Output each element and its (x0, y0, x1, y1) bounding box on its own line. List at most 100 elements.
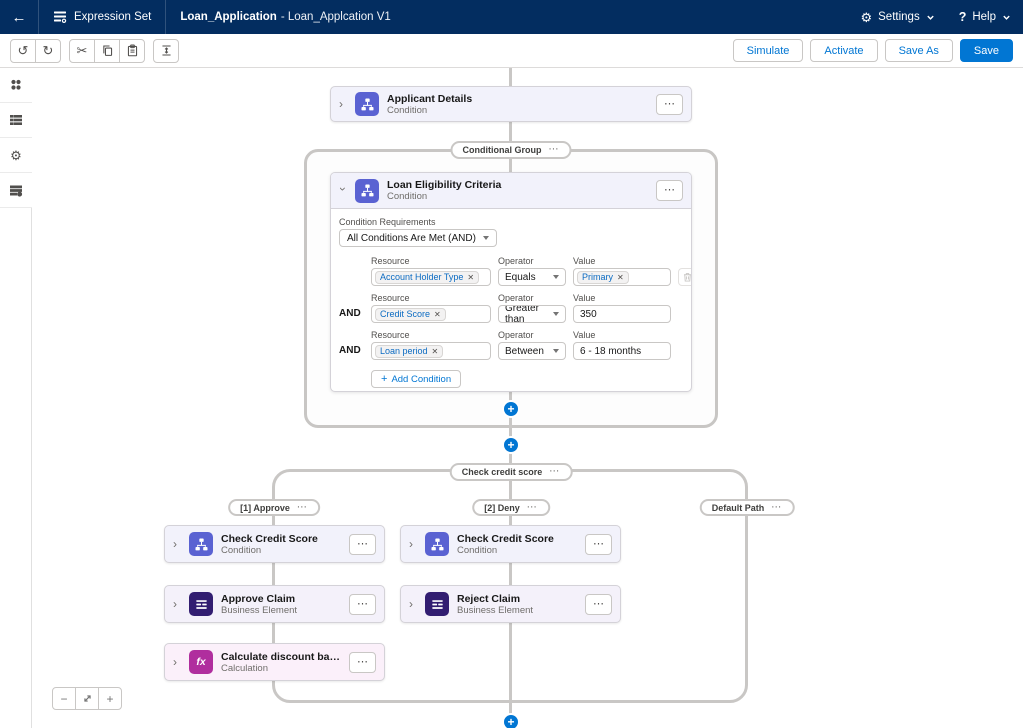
operator-select[interactable]: Equals (498, 268, 566, 286)
branch-root-pill[interactable]: Check credit score ⋯ (450, 463, 573, 481)
resource-input[interactable]: Account Holder Type ✕ (371, 268, 491, 286)
expand-chevron-icon[interactable]: › (339, 98, 347, 110)
condition-editor: Condition Requirements All Conditions Ar… (331, 209, 691, 392)
collapse-chevron-icon[interactable]: › (337, 187, 349, 195)
align-elements-button[interactable] (153, 39, 179, 63)
node-title: Check Credit Score (457, 533, 577, 545)
expand-chevron-icon[interactable]: › (173, 538, 181, 550)
pill-label: Account Holder Type (380, 272, 463, 282)
caret-down-icon (553, 349, 559, 353)
expand-chevron-icon[interactable]: › (173, 598, 181, 610)
sidebar-expression-set-button[interactable] (0, 173, 32, 208)
node-check-credit-score-approve[interactable]: › Check Credit Score Condition ⋯ (164, 525, 385, 563)
expand-chevron-icon[interactable]: › (409, 538, 417, 550)
activate-button[interactable]: Activate (810, 39, 877, 62)
requirements-select[interactable]: All Conditions Are Met (AND) (339, 229, 497, 247)
fit-to-view-button[interactable] (75, 687, 99, 710)
value-pill[interactable]: Primary✕ (577, 271, 629, 284)
branch-pill-deny[interactable]: [2] Deny ⋯ (472, 499, 550, 516)
remove-pill-icon[interactable]: ✕ (617, 273, 624, 282)
trash-icon (682, 272, 693, 283)
sidebar-list-button[interactable] (0, 103, 32, 138)
node-menu-button[interactable]: ⋯ (656, 180, 683, 201)
resource-pill[interactable]: Account Holder Type ✕ (375, 271, 479, 284)
branch-pill-default[interactable]: Default Path ⋯ (700, 499, 795, 516)
save-as-button[interactable]: Save As (885, 39, 953, 62)
pill-menu-icon[interactable]: ⋯ (549, 467, 560, 477)
resource-label: Resource (371, 256, 491, 266)
remove-pill-icon[interactable]: ✕ (467, 273, 474, 282)
save-button[interactable]: Save (960, 39, 1013, 62)
pill-menu-icon[interactable]: ⋯ (297, 503, 308, 513)
undo-icon: ↺ (18, 43, 29, 59)
node-menu-button[interactable]: ⋯ (585, 534, 612, 555)
remove-pill-icon[interactable]: ✕ (434, 310, 441, 319)
node-calculate-discount[interactable]: › fx Calculate discount based on custome… (164, 643, 385, 681)
add-condition-button[interactable]: + Add Condition (371, 370, 461, 388)
expand-chevron-icon[interactable]: › (409, 598, 417, 610)
sidebar-settings-button[interactable]: ⚙ (0, 138, 32, 173)
delete-condition-button[interactable] (678, 268, 692, 286)
resource-input[interactable]: Credit Score✕ (371, 305, 491, 323)
value-input[interactable]: Primary✕ (573, 268, 671, 286)
resource-input[interactable]: Loan period✕ (371, 342, 491, 360)
resource-pill[interactable]: Credit Score✕ (375, 308, 446, 321)
redo-button[interactable]: ↻ (35, 39, 61, 63)
and-label: AND (339, 305, 364, 323)
left-sidebar: ⚙ (0, 68, 32, 728)
requirements-value: All Conditions Are Met (AND) (347, 233, 476, 244)
settings-menu[interactable]: ⚙ Settings (848, 0, 946, 34)
operator-select[interactable]: Between (498, 342, 566, 360)
help-menu[interactable]: ? Help (947, 0, 1023, 34)
and-label: AND (339, 342, 364, 360)
conditional-group-pill[interactable]: Conditional Group ⋯ (451, 141, 572, 159)
node-menu-button[interactable]: ⋯ (349, 594, 376, 615)
remove-pill-icon[interactable]: ✕ (432, 347, 439, 356)
calculation-icon: fx (189, 650, 213, 674)
pill-menu-icon[interactable]: ⋯ (549, 145, 560, 155)
gear-icon: ⚙ (860, 11, 872, 24)
cut-button[interactable]: ✂ (69, 39, 95, 63)
node-menu-button[interactable]: ⋯ (585, 594, 612, 615)
node-menu-button[interactable]: ⋯ (349, 652, 376, 673)
node-header[interactable]: › Loan Eligibility Criteria Condition ⋯ (331, 173, 691, 209)
record-version: - Loan_Applcation V1 (281, 11, 391, 23)
sidebar-elements-button[interactable] (0, 68, 32, 103)
zoom-in-button[interactable]: + (98, 687, 122, 710)
back-button[interactable]: ← (0, 0, 38, 34)
pill-menu-icon[interactable]: ⋯ (527, 503, 538, 513)
page-title: Loan_Application - Loan_Applcation V1 (166, 11, 404, 23)
undo-button[interactable]: ↺ (10, 39, 36, 63)
node-type: Condition (457, 545, 577, 556)
value-input[interactable]: 350 (573, 305, 671, 323)
pill-menu-icon[interactable]: ⋯ (771, 503, 782, 513)
add-element-button[interactable]: + (502, 400, 520, 418)
resource-label: Resource (371, 293, 491, 303)
node-reject-claim[interactable]: › Reject Claim Business Element ⋯ (400, 585, 621, 623)
node-applicant-details[interactable]: › Applicant Details Condition ⋯ (330, 86, 692, 122)
operator-label: Operator (498, 293, 566, 303)
add-element-button[interactable]: + (502, 713, 520, 728)
node-check-credit-score-deny[interactable]: › Check Credit Score Condition ⋯ (400, 525, 621, 563)
add-element-button[interactable]: + (502, 436, 520, 454)
condition-icon (425, 532, 449, 556)
branch-pill-approve[interactable]: [1] Approve ⋯ (228, 499, 320, 516)
operator-select[interactable]: Greater than (498, 305, 566, 323)
app-label: Expression Set (74, 11, 151, 23)
value-input[interactable]: 6 - 18 months (573, 342, 671, 360)
zoom-out-button[interactable]: − (52, 687, 76, 710)
simulate-button[interactable]: Simulate (733, 39, 804, 62)
branch-label: [1] Approve (240, 503, 290, 513)
caret-down-icon (553, 275, 559, 279)
resource-pill[interactable]: Loan period✕ (375, 345, 443, 358)
node-menu-button[interactable]: ⋯ (656, 94, 683, 115)
operator-label: Operator (498, 330, 566, 340)
paste-button[interactable] (119, 39, 145, 63)
condition-icon (355, 179, 379, 203)
node-approve-claim[interactable]: › Approve Claim Business Element ⋯ (164, 585, 385, 623)
scissors-icon: ✂ (77, 43, 88, 59)
align-icon (160, 44, 173, 57)
node-menu-button[interactable]: ⋯ (349, 534, 376, 555)
expand-chevron-icon[interactable]: › (173, 656, 181, 668)
copy-button[interactable] (94, 39, 120, 63)
